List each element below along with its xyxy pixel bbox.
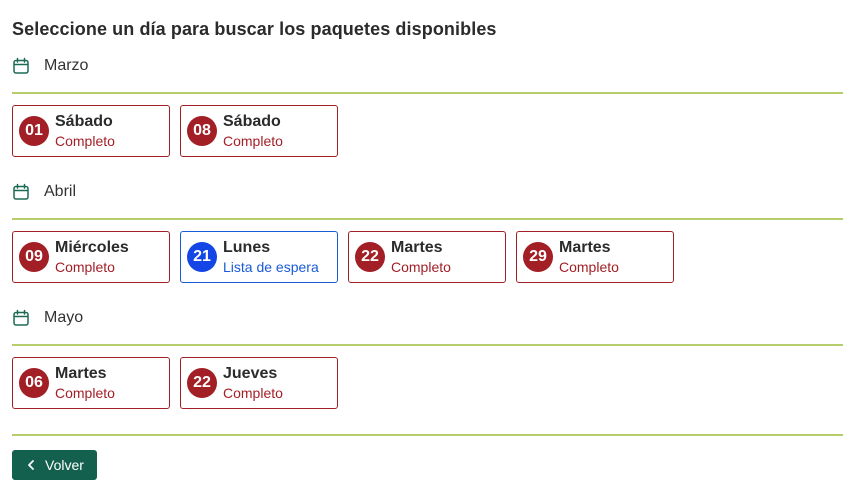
- month-header: Mayo: [12, 304, 843, 332]
- day-list: 09 Miércoles Completo 21 Lunes Lista de …: [12, 231, 843, 283]
- chevron-left-icon: [28, 460, 34, 470]
- day-list: 01 Sábado Completo 08 Sábado Completo: [12, 105, 843, 157]
- day-card-abril-21[interactable]: 21 Lunes Lista de espera: [180, 231, 338, 283]
- section-divider: [12, 92, 843, 94]
- day-number-badge: 22: [187, 368, 217, 398]
- day-card-abril-29[interactable]: 29 Martes Completo: [516, 231, 674, 283]
- day-number-badge: 08: [187, 116, 217, 146]
- day-card-mayo-06[interactable]: 06 Martes Completo: [12, 357, 170, 409]
- day-number-badge: 21: [187, 242, 217, 272]
- day-status: Completo: [55, 385, 115, 402]
- section-divider: [12, 344, 843, 346]
- day-number-badge: 01: [19, 116, 49, 146]
- day-name: Miércoles: [55, 238, 129, 256]
- day-name: Lunes: [223, 238, 271, 256]
- day-card-abril-22[interactable]: 22 Martes Completo: [348, 231, 506, 283]
- day-number-badge: 22: [355, 242, 385, 272]
- back-button[interactable]: Volver: [12, 450, 97, 480]
- month-header: Marzo: [12, 52, 843, 80]
- day-name: Jueves: [223, 364, 278, 382]
- page-title: Seleccione un día para buscar los paquet…: [12, 19, 497, 39]
- month-name: Marzo: [44, 57, 89, 74]
- day-card-mayo-22[interactable]: 22 Jueves Completo: [180, 357, 338, 409]
- day-card-marzo-01[interactable]: 01 Sábado Completo: [12, 105, 170, 157]
- back-button-label: Volver: [45, 457, 84, 473]
- calendar-icon: [13, 57, 29, 74]
- day-status: Lista de espera: [223, 259, 319, 276]
- calendar-icon: [13, 309, 29, 326]
- month-header: Abril: [12, 178, 843, 206]
- day-number-badge: 06: [19, 368, 49, 398]
- day-card-marzo-08[interactable]: 08 Sábado Completo: [180, 105, 338, 157]
- day-number-badge: 09: [19, 242, 49, 272]
- month-section-mayo: Mayo 06 Martes Completo 22 Jueves Comple…: [12, 304, 843, 409]
- day-name: Sábado: [55, 112, 113, 130]
- month-name: Abril: [44, 183, 77, 200]
- day-status: Completo: [223, 385, 283, 402]
- day-list: 06 Martes Completo 22 Jueves Completo: [12, 357, 843, 409]
- month-section-marzo: Marzo 01 Sábado Completo 08 Sábado Compl…: [12, 52, 843, 157]
- day-card-abril-09[interactable]: 09 Miércoles Completo: [12, 231, 170, 283]
- calendar-icon: [13, 183, 29, 200]
- day-name: Martes: [559, 238, 611, 256]
- month-section-abril: Abril 09 Miércoles Completo 21 Lunes Lis…: [12, 178, 843, 283]
- day-name: Martes: [55, 364, 107, 382]
- day-status: Completo: [55, 133, 115, 150]
- day-number-badge: 29: [523, 242, 553, 272]
- day-name: Martes: [391, 238, 443, 256]
- month-name: Mayo: [44, 309, 84, 326]
- section-divider: [12, 218, 843, 220]
- day-status: Completo: [223, 133, 283, 150]
- day-name: Sábado: [223, 112, 281, 130]
- day-status: Completo: [559, 259, 619, 276]
- footer-divider: [12, 434, 843, 436]
- day-status: Completo: [391, 259, 451, 276]
- day-status: Completo: [55, 259, 115, 276]
